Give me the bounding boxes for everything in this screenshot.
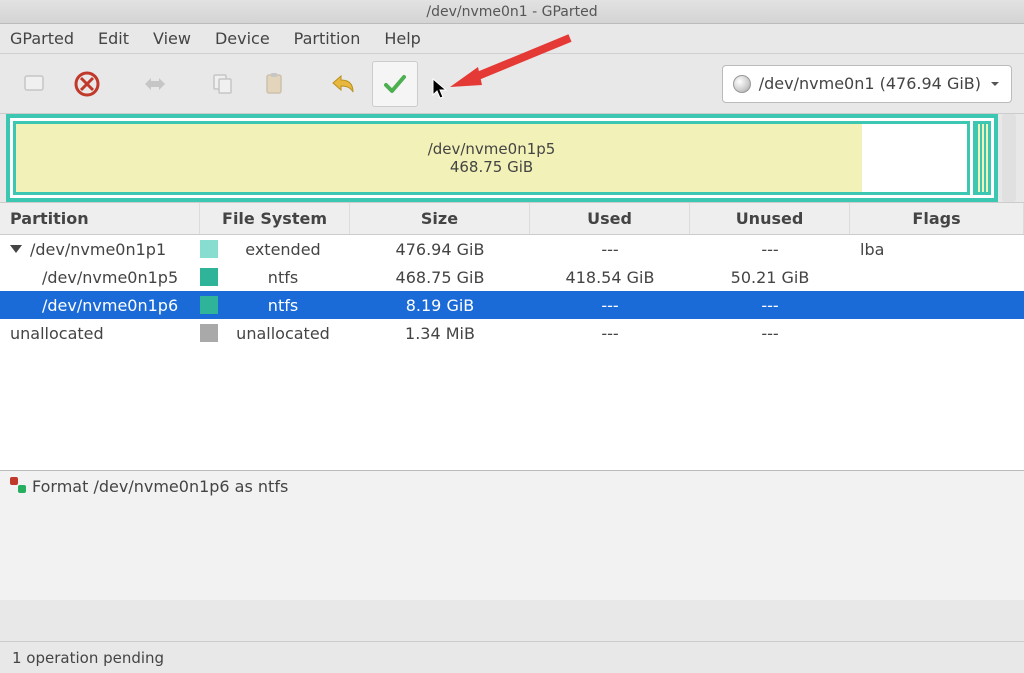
menubar: GParted Edit View Device Partition Help bbox=[0, 24, 1024, 54]
window-title: /dev/nvme0n1 - GParted bbox=[426, 4, 597, 20]
table-row[interactable]: /dev/nvme0n1p1extended476.94 GiB------lb… bbox=[0, 235, 1024, 263]
col-flags[interactable]: Flags bbox=[850, 203, 1024, 234]
flags-cell bbox=[850, 330, 1024, 336]
format-op-icon bbox=[10, 477, 26, 493]
table-header: Partition File System Size Used Unused F… bbox=[0, 202, 1024, 235]
fs-swatch-icon bbox=[200, 240, 218, 258]
col-unused[interactable]: Unused bbox=[690, 203, 850, 234]
unused-cell: --- bbox=[690, 321, 850, 346]
table-row[interactable]: unallocatedunallocated1.34 MiB------ bbox=[0, 319, 1024, 347]
filesystem-cell: extended bbox=[200, 237, 350, 262]
filesystem-cell: ntfs bbox=[200, 265, 350, 290]
pending-operation-text[interactable]: Format /dev/nvme0n1p6 as ntfs bbox=[32, 477, 288, 496]
unused-cell: --- bbox=[690, 293, 850, 318]
menu-help[interactable]: Help bbox=[384, 29, 420, 48]
size-cell: 8.19 GiB bbox=[350, 293, 530, 318]
pending-operations-panel: Format /dev/nvme0n1p6 as ntfs bbox=[0, 470, 1024, 600]
delete-partition-button[interactable] bbox=[64, 61, 110, 107]
size-cell: 1.34 MiB bbox=[350, 321, 530, 346]
device-selector-label: /dev/nvme0n1 (476.94 GiB) bbox=[759, 74, 981, 93]
toolbar: /dev/nvme0n1 (476.94 GiB) bbox=[0, 54, 1024, 114]
expand-arrow-icon[interactable] bbox=[10, 245, 22, 253]
apply-button[interactable] bbox=[372, 61, 418, 107]
unused-cell: --- bbox=[690, 237, 850, 262]
col-used[interactable]: Used bbox=[530, 203, 690, 234]
table-row[interactable]: /dev/nvme0n1p6ntfs8.19 GiB------ bbox=[0, 291, 1024, 319]
table-row[interactable]: /dev/nvme0n1p5ntfs468.75 GiB418.54 GiB50… bbox=[0, 263, 1024, 291]
partition-name: /dev/nvme0n1p1 bbox=[0, 237, 200, 262]
statusbar-text: 1 operation pending bbox=[12, 649, 164, 667]
disk-graphic: /dev/nvme0n1p5 468.75 GiB bbox=[0, 114, 1024, 202]
paste-button[interactable] bbox=[252, 61, 298, 107]
size-cell: 468.75 GiB bbox=[350, 265, 530, 290]
filesystem-cell: ntfs bbox=[200, 293, 350, 318]
fs-swatch-icon bbox=[200, 268, 218, 286]
disk-segment-size: 468.75 GiB bbox=[428, 158, 556, 176]
partition-name: /dev/nvme0n1p6 bbox=[0, 293, 200, 318]
flags-cell bbox=[850, 302, 1024, 308]
disk-segment-small[interactable] bbox=[973, 121, 991, 195]
window-titlebar: /dev/nvme0n1 - GParted bbox=[0, 0, 1024, 24]
disk-segment-unused bbox=[862, 124, 967, 192]
menu-edit[interactable]: Edit bbox=[98, 29, 129, 48]
partition-name: /dev/nvme0n1p5 bbox=[0, 265, 200, 290]
used-cell: 418.54 GiB bbox=[530, 265, 690, 290]
undo-button[interactable] bbox=[320, 61, 366, 107]
copy-button[interactable] bbox=[200, 61, 246, 107]
chevron-down-icon bbox=[989, 78, 1001, 90]
disk-icon bbox=[733, 75, 751, 93]
flags-cell: lba bbox=[850, 237, 1024, 262]
size-cell: 476.94 GiB bbox=[350, 237, 530, 262]
col-size[interactable]: Size bbox=[350, 203, 530, 234]
disk-segment-name: /dev/nvme0n1p5 bbox=[428, 140, 556, 158]
statusbar: 1 operation pending bbox=[0, 641, 1024, 673]
disk-graphic-inner[interactable]: /dev/nvme0n1p5 468.75 GiB bbox=[6, 114, 998, 202]
used-cell: --- bbox=[530, 293, 690, 318]
resize-move-button[interactable] bbox=[132, 61, 178, 107]
unused-cell: 50.21 GiB bbox=[690, 265, 850, 290]
partition-name: unallocated bbox=[0, 321, 200, 346]
fs-swatch-icon bbox=[200, 296, 218, 314]
col-filesystem[interactable]: File System bbox=[200, 203, 350, 234]
partition-table: Partition File System Size Used Unused F… bbox=[0, 202, 1024, 470]
menu-partition[interactable]: Partition bbox=[294, 29, 361, 48]
new-partition-button[interactable] bbox=[12, 61, 58, 107]
scrollbar[interactable] bbox=[1002, 114, 1016, 202]
disk-segment-main[interactable]: /dev/nvme0n1p5 468.75 GiB bbox=[13, 121, 970, 195]
fs-swatch-icon bbox=[200, 324, 218, 342]
menu-device[interactable]: Device bbox=[215, 29, 270, 48]
filesystem-cell: unallocated bbox=[200, 321, 350, 346]
device-selector[interactable]: /dev/nvme0n1 (476.94 GiB) bbox=[722, 65, 1012, 103]
menu-gparted[interactable]: GParted bbox=[10, 29, 74, 48]
menu-view[interactable]: View bbox=[153, 29, 191, 48]
used-cell: --- bbox=[530, 237, 690, 262]
col-partition[interactable]: Partition bbox=[0, 203, 200, 234]
flags-cell bbox=[850, 274, 1024, 280]
used-cell: --- bbox=[530, 321, 690, 346]
